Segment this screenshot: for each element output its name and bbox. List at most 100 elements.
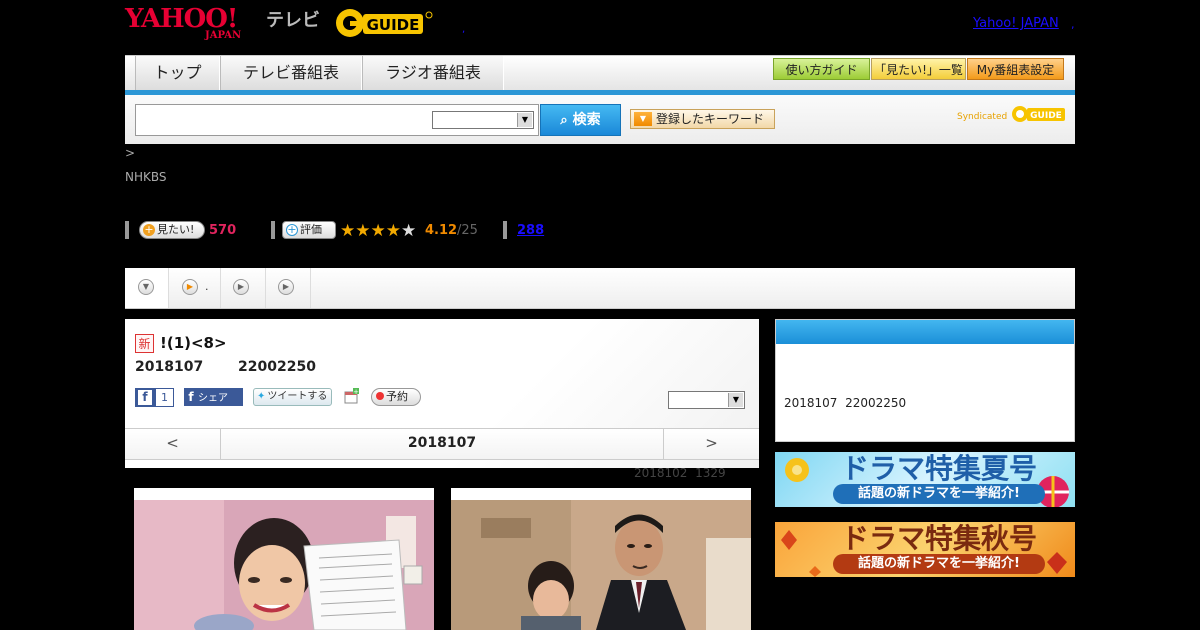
reserve-label: 予約: [386, 390, 408, 403]
registered-keywords-button[interactable]: ▼ 登録したキーワード: [630, 109, 775, 129]
want-button[interactable]: + 見たい!: [139, 221, 205, 239]
search-category-select[interactable]: ▼: [432, 111, 534, 129]
sidebar-info-date: 2018107: [784, 396, 838, 410]
want-count: 570: [209, 223, 237, 238]
facebook-icon: f: [188, 390, 194, 404]
program-card: 新 !(1)<8> 2018107 22002250 f 1 f シェア ✦ ツイー…: [125, 319, 759, 468]
search-bar: ▼ ⌕ 検索 ▼ 登録したキーワード Syndicated GUIDE: [125, 95, 1075, 144]
stat-divider: [503, 221, 507, 239]
syndicated-label: Syndicated: [957, 112, 1008, 122]
rating-button[interactable]: + 評価: [282, 221, 336, 239]
star-icon: ★: [340, 221, 356, 241]
want-list-button[interactable]: 「見たい!」一覧: [871, 58, 966, 80]
station-name: NHKBS: [125, 170, 167, 184]
facebook-icon: f: [138, 390, 152, 405]
plus-icon: +: [143, 223, 155, 236]
pager-next-button[interactable]: >: [663, 429, 759, 459]
play-icon: ▶: [182, 279, 198, 295]
star-icon: ★: [370, 221, 386, 241]
usage-guide-button[interactable]: 使い方ガイド: [773, 58, 870, 80]
facebook-share-label: シェア: [198, 393, 228, 404]
tab-expand[interactable]: ▼: [125, 268, 169, 308]
calendar-plus-icon: +: [344, 388, 359, 404]
breadcrumb[interactable]: >: [125, 146, 135, 160]
dropdown-triangle-icon: ▼: [634, 112, 652, 126]
updated-date: 2018102: [634, 466, 688, 480]
drama-autumn-title: ドラマ特集秋号: [840, 522, 1037, 555]
tab-play-1[interactable]: ▶ .: [169, 268, 221, 308]
gguide-logo[interactable]: GUIDE: [335, 6, 433, 40]
program-tabs: ▼ ▶ . ▶ ▶: [125, 268, 1075, 309]
review-count-link[interactable]: 288: [517, 223, 544, 238]
tv-label: テレビ: [266, 10, 320, 31]
star-icon: ★: [385, 221, 401, 241]
yahoo-japan-logo[interactable]: YAHOO! JAPAN: [125, 6, 263, 44]
drama-summer-title: ドラマ特集夏号: [840, 452, 1037, 485]
want-label: 見たい!: [157, 223, 195, 236]
twitter-bird-icon: ✦: [257, 391, 266, 402]
chevron-down-icon: ▼: [138, 279, 154, 295]
tab-top[interactable]: トップ: [135, 56, 220, 91]
episode-pager: < 2018107 >: [125, 428, 759, 460]
updated-timestamp: 2018102 1329: [634, 466, 726, 480]
syndicated-gguide-logo: GUIDE: [1011, 103, 1067, 129]
program-time: 22002250: [238, 359, 316, 375]
record-dot-icon: [376, 392, 384, 400]
sidebar-info-text: 2018107 22002250: [784, 396, 906, 410]
pager-prev-button[interactable]: <: [125, 429, 221, 459]
facebook-share-button[interactable]: f シェア: [184, 388, 243, 406]
header-dot: ,: [1071, 18, 1075, 31]
plus-icon: +: [286, 223, 298, 236]
tweet-button[interactable]: ✦ ツイートする: [253, 388, 332, 406]
global-nav: トップ テレビ番組表 ラジオ番組表 使い方ガイド 「見たい!」一覧 My番組表設…: [125, 55, 1075, 91]
drama-autumn-banner[interactable]: ドラマ特集秋号 話題の新ドラマを一挙紹介!: [775, 522, 1075, 577]
rating-stars: ★★★★★: [340, 221, 416, 240]
tab-radio-schedule[interactable]: ラジオ番組表: [362, 56, 504, 91]
yahoo-japan-link[interactable]: Yahoo! JAPAN: [973, 16, 1059, 31]
gguide-small-icon: GUIDE: [1012, 106, 1065, 122]
chevron-down-icon: ▼: [728, 393, 743, 407]
star-icon: ★: [355, 221, 371, 241]
pager-current-date: 2018107: [407, 435, 477, 451]
sidebar-info-box: 2018107 22002250: [775, 319, 1075, 442]
chevron-down-icon: ▼: [517, 113, 532, 127]
reserve-button[interactable]: 予約: [371, 388, 421, 406]
updated-time: 1329: [695, 466, 726, 480]
program-action-select[interactable]: ▼: [668, 391, 745, 409]
play-icon: ▶: [278, 279, 294, 295]
search-button[interactable]: ⌕ 検索: [540, 104, 621, 136]
tab-play-3[interactable]: ▶: [266, 268, 311, 308]
drama-autumn-subtitle: 話題の新ドラマを一挙紹介!: [833, 554, 1045, 574]
play-icon: ▶: [233, 279, 249, 295]
tab-play-1-label: .: [205, 280, 209, 293]
tab-tv-schedule[interactable]: テレビ番組表: [220, 56, 362, 91]
photo-man-and-woman: [451, 488, 751, 630]
gguide-logo-icon: GUIDE: [336, 9, 433, 37]
yahoo-logo-text: YAHOO!: [125, 4, 238, 34]
search-button-label: 検索: [572, 112, 601, 128]
sidebar-info-header: [776, 320, 1074, 344]
svg-text:+: +: [353, 388, 359, 396]
rating-label: 評価: [300, 223, 322, 236]
tab-play-2[interactable]: ▶: [221, 268, 266, 308]
add-to-calendar-icon[interactable]: +: [344, 388, 360, 404]
facebook-count: 1: [156, 389, 173, 406]
stat-divider: [125, 221, 129, 239]
program-photo-2[interactable]: [451, 488, 751, 630]
drama-summer-subtitle: 話題の新ドラマを一挙紹介!: [833, 484, 1045, 504]
stat-divider: [271, 221, 275, 239]
new-badge: 新: [135, 334, 154, 353]
sidebar-info-time: 22002250: [845, 396, 907, 410]
header-separator: ,: [462, 24, 466, 35]
japan-logo-text: JAPAN: [205, 30, 242, 41]
rating-value: 4.12: [425, 223, 458, 238]
tweet-label: ツイートする: [267, 391, 328, 402]
gguide-small-text: GUIDE: [1030, 111, 1062, 121]
facebook-like-count[interactable]: f 1: [135, 388, 174, 407]
program-date: 2018107: [135, 359, 204, 375]
program-photo-1[interactable]: [134, 488, 434, 630]
registered-keywords-label: 登録したキーワード: [656, 112, 765, 126]
program-title: !(1)<8>: [160, 334, 227, 352]
my-schedule-settings-button[interactable]: My番組表設定: [967, 58, 1064, 80]
drama-summer-banner[interactable]: ドラマ特集夏号 話題の新ドラマを一挙紹介!: [775, 452, 1075, 507]
